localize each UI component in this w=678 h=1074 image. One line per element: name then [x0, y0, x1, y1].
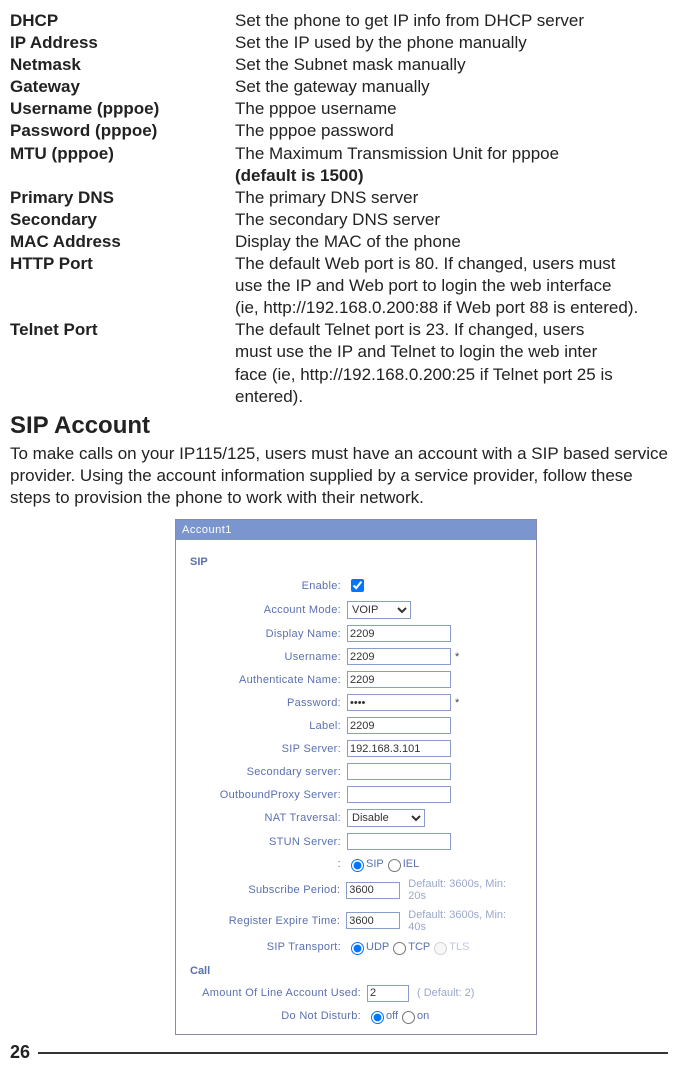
subscribe-period-input[interactable]	[346, 882, 400, 899]
enable-label: Enable:	[186, 580, 347, 592]
sip-proto-radio[interactable]	[351, 859, 364, 872]
def-desc: Display the MAC of the phone	[235, 231, 668, 253]
proto-label: :	[186, 858, 347, 870]
def-desc: Set the gateway manually	[235, 76, 668, 98]
def-desc: The Maximum Transmission Unit for pppoe	[235, 143, 668, 165]
page-footer: 26	[10, 1041, 668, 1064]
def-desc: The default Telnet port is 23. If change…	[235, 319, 668, 341]
def-term: DHCP	[10, 10, 235, 32]
def-desc: The default Web port is 80. If changed, …	[235, 253, 668, 275]
def-term	[10, 275, 235, 297]
account-mode-label: Account Mode:	[186, 604, 347, 616]
required-star: *	[455, 697, 459, 709]
label-label: Label:	[186, 720, 347, 732]
tcp-radio[interactable]	[393, 942, 406, 955]
udp-radio[interactable]	[351, 942, 364, 955]
page-number: 26	[10, 1041, 30, 1064]
subscribe-period-label: Subscribe Period:	[186, 884, 346, 896]
intro-text: To make calls on your IP115/125, users m…	[10, 443, 668, 509]
secondary-server-label: Secondary server:	[186, 766, 347, 778]
enable-checkbox[interactable]	[351, 579, 364, 592]
username-label: Username:	[186, 651, 347, 663]
def-term: Username (pppoe)	[10, 98, 235, 120]
dnd-label: Do Not Disturb:	[186, 1010, 367, 1022]
def-desc: The primary DNS server	[235, 187, 668, 209]
def-desc: Set the IP used by the phone manually	[235, 32, 668, 54]
call-section-label: Call	[190, 965, 526, 977]
nat-traversal-select[interactable]: Disable	[347, 809, 425, 827]
sip-transport-label: SIP Transport:	[186, 941, 347, 953]
register-expire-input[interactable]	[346, 912, 400, 929]
def-term	[10, 165, 235, 187]
register-hint: Default: 3600s, Min: 40s	[408, 909, 526, 933]
amount-hint: ( Default: 2)	[417, 987, 474, 999]
def-desc: The pppoe username	[235, 98, 668, 120]
outbound-proxy-input[interactable]	[347, 786, 451, 803]
tls-label: TLS	[449, 941, 469, 953]
def-term	[10, 364, 235, 386]
def-desc: Set the phone to get IP info from DHCP s…	[235, 10, 668, 32]
sip-server-label: SIP Server:	[186, 743, 347, 755]
amount-line-input[interactable]	[367, 985, 409, 1002]
def-term: Password (pppoe)	[10, 120, 235, 142]
def-term: Primary DNS	[10, 187, 235, 209]
def-term	[10, 297, 235, 319]
def-term: IP Address	[10, 32, 235, 54]
outbound-proxy-label: OutboundProxy Server:	[186, 789, 347, 801]
register-expire-label: Register Expire Time:	[186, 915, 346, 927]
auth-name-input[interactable]	[347, 671, 451, 688]
username-input[interactable]	[347, 648, 451, 665]
sip-radio-label: SIP	[366, 858, 384, 870]
def-term: Gateway	[10, 76, 235, 98]
def-term: Telnet Port	[10, 319, 235, 341]
def-term: MAC Address	[10, 231, 235, 253]
def-term	[10, 386, 235, 408]
label-input[interactable]	[347, 717, 451, 734]
off-label: off	[386, 1010, 398, 1022]
sip-section-label: SIP	[190, 556, 526, 568]
required-star: *	[455, 651, 459, 663]
section-heading: SIP Account	[10, 410, 668, 441]
sip-server-input[interactable]	[347, 740, 451, 757]
iel-proto-radio[interactable]	[388, 859, 401, 872]
def-desc: Set the Subnet mask manually	[235, 54, 668, 76]
nat-traversal-label: NAT Traversal:	[186, 812, 347, 824]
password-label: Password:	[186, 697, 347, 709]
def-desc: must use the IP and Telnet to login the …	[235, 341, 668, 363]
def-term	[10, 341, 235, 363]
def-term: Secondary	[10, 209, 235, 231]
footer-rule	[38, 1052, 668, 1054]
dnd-on-radio[interactable]	[402, 1011, 415, 1024]
def-desc: face (ie, http://192.168.0.200:25 if Tel…	[235, 364, 668, 386]
display-name-input[interactable]	[347, 625, 451, 642]
display-name-label: Display Name:	[186, 628, 347, 640]
iel-radio-label: IEL	[403, 858, 420, 870]
def-desc: (default is 1500)	[235, 165, 668, 187]
auth-name-label: Authenticate Name:	[186, 674, 347, 686]
secondary-server-input[interactable]	[347, 763, 451, 780]
account-mode-select[interactable]: VOIP	[347, 601, 411, 619]
subscribe-hint: Default: 3600s, Min: 20s	[408, 878, 526, 902]
panel-title: Account1	[176, 520, 536, 540]
udp-label: UDP	[366, 941, 389, 953]
def-desc: use the IP and Web port to login the web…	[235, 275, 668, 297]
on-label: on	[417, 1010, 429, 1022]
stun-server-input[interactable]	[347, 833, 451, 850]
definitions-list: DHCPSet the phone to get IP info from DH…	[10, 10, 668, 408]
def-desc: (ie, http://192.168.0.200:88 if Web port…	[235, 297, 668, 319]
tcp-label: TCP	[408, 941, 430, 953]
def-desc: entered).	[235, 386, 668, 408]
password-input[interactable]	[347, 694, 451, 711]
def-desc: The pppoe password	[235, 120, 668, 142]
tls-radio	[434, 942, 447, 955]
def-term: HTTP Port	[10, 253, 235, 275]
dnd-off-radio[interactable]	[371, 1011, 384, 1024]
def-desc: The secondary DNS server	[235, 209, 668, 231]
amount-line-label: Amount Of Line Account Used:	[186, 987, 367, 999]
def-term: MTU (pppoe)	[10, 143, 235, 165]
stun-server-label: STUN Server:	[186, 836, 347, 848]
def-term: Netmask	[10, 54, 235, 76]
account-panel: Account1 SIP Enable: Account Mode: VOIP …	[175, 519, 537, 1035]
